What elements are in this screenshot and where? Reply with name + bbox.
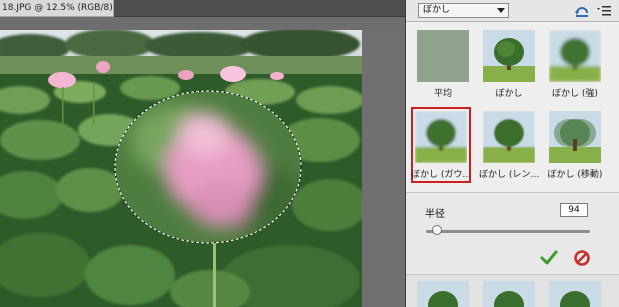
document-tab-title: 18.JPG @ 12.5% (RGB/8) [2,3,113,13]
filter-thumb-label: 平均 [433,89,452,99]
tree-preview-icon[interactable] [417,281,469,307]
tree-sharp-icon [483,30,535,82]
average-preview-icon [417,30,469,82]
filter-thumb-label: ぼかし (ガウ… [411,170,471,180]
image-canvas[interactable] [0,30,362,307]
tree-motion-icon [549,111,601,163]
tree-preview-icon[interactable] [549,281,601,307]
lotus-photo [0,30,362,307]
document-area: 18.JPG @ 12.5% (RGB/8) × [0,0,405,307]
filter-panel: ぼかし 平均 ぼかし ぼかし (強) ぼかし (ガウ… ぼかし (レン… ぼかし… [405,0,619,307]
checkmark-icon[interactable] [540,249,558,267]
panel-menu-icon[interactable] [596,4,612,18]
tree-lens-icon [483,111,535,163]
radius-label: 半径 [425,209,445,220]
filter-thumb-label: ぼかし (強) [552,89,598,99]
chevron-down-icon [497,8,505,13]
canvas-gutter [0,17,405,30]
filter-controls: 半径 94 [406,192,619,274]
filter-thumb-lens-blur[interactable]: ぼかし (レン… [479,107,539,183]
filter-thumb-label: ぼかし (レン… [479,170,539,180]
panel-header: ぼかし [406,0,619,22]
tree-preview-icon[interactable] [483,281,535,307]
filter-thumb-label: ぼかし [495,89,523,99]
tab-bar [114,0,405,17]
filter-thumb-motion-blur[interactable]: ぼかし (移動) [545,107,605,183]
filter-thumbnails-next-row [406,274,619,307]
tree-blur-icon [549,30,601,82]
filter-category-value: ぼかし [423,5,451,15]
radius-slider-track[interactable] [426,230,590,233]
radius-input[interactable]: 94 [560,203,588,217]
filter-thumb-label: ぼかし (移動) [547,170,603,180]
tree-gaussian-icon [415,111,467,163]
filter-thumb-blur[interactable]: ぼかし [479,26,539,102]
filter-thumb-blur-more[interactable]: ぼかし (強) [545,26,605,102]
filter-category-dropdown[interactable]: ぼかし [418,3,509,18]
filter-thumbnails: 平均 ぼかし ぼかし (強) ぼかし (ガウ… ぼかし (レン… ぼかし (移動… [406,22,619,192]
filter-thumb-average[interactable]: 平均 [413,26,473,102]
radius-slider-handle[interactable] [432,225,443,235]
cancel-icon[interactable] [573,249,591,267]
canvas-right-gutter [362,30,405,307]
filter-thumb-gaussian-blur[interactable]: ぼかし (ガウ… [411,107,471,183]
document-tab[interactable]: 18.JPG @ 12.5% (RGB/8) × [0,0,127,17]
reset-icon[interactable] [574,4,590,18]
